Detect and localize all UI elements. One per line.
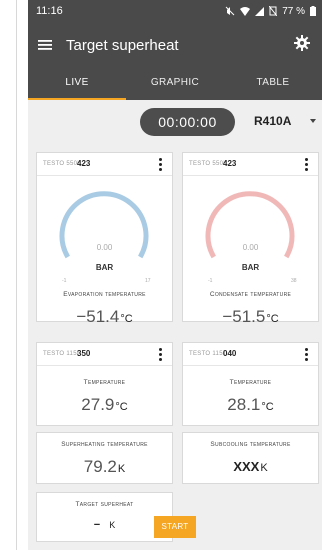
measurement-label: Temperature: [83, 379, 126, 386]
hamburger-icon[interactable]: [38, 39, 52, 51]
gauge-value: 0.00: [242, 243, 259, 252]
measurement-unit: °C: [261, 401, 274, 413]
more-options-icon[interactable]: [305, 158, 308, 173]
gauge-min: -1: [208, 278, 213, 284]
probe-brand: TESTO 550i: [189, 161, 225, 167]
refrigerant-select[interactable]: R410A: [254, 114, 291, 128]
timer-display: 00:00:00: [140, 108, 235, 136]
gauge-value: 0.00: [96, 243, 113, 252]
battery-icon: [310, 6, 316, 16]
subcooling-card[interactable]: Subcooling temperature XXXK: [182, 432, 319, 484]
probe-id: 423: [223, 159, 237, 168]
phone-screen: 11:16 77 % Target superheat LIVE GRAPHIC: [28, 0, 322, 550]
tab-graphic[interactable]: GRAPHIC: [126, 68, 224, 100]
page-title: Target superheat: [66, 36, 179, 54]
tab-bar: LIVE GRAPHIC TABLE: [28, 68, 322, 100]
evaporation-card[interactable]: TESTO 550i 423 0.00 BAR -1 17 Evaporatio…: [36, 152, 173, 326]
probe-id: 040: [223, 349, 237, 358]
tab-table[interactable]: TABLE: [224, 68, 322, 100]
probe-brand: TESTO 550i: [43, 161, 79, 167]
measurement-value: 79.2: [83, 457, 117, 476]
measurement-label: Superheating temperature: [61, 441, 148, 448]
measurement-unit: K: [109, 520, 116, 530]
measurement-toolbar: 00:00:00 R410A: [28, 100, 322, 146]
gauge-unit: BAR: [241, 263, 260, 272]
probe-id: 350: [77, 349, 91, 358]
measurement-value: −: [93, 519, 101, 531]
app-bar: Target superheat: [28, 22, 322, 68]
no-sim-icon: [269, 6, 278, 16]
gauge-unit: BAR: [95, 263, 114, 272]
measurement-unit: °C: [120, 313, 133, 325]
pressure-gauge: [205, 191, 295, 259]
measurement-label: Subcooling temperature: [210, 441, 291, 448]
probe-brand: TESTO 115i: [189, 351, 225, 357]
measurement-label: Target superheat: [75, 501, 134, 508]
more-options-icon[interactable]: [305, 348, 308, 363]
pressure-gauge: [59, 191, 149, 259]
measurement-unit: °C: [115, 401, 128, 413]
probe-id: 423: [77, 159, 91, 168]
chevron-down-icon[interactable]: [310, 119, 316, 123]
measurement-value: −51.4: [76, 307, 120, 326]
condensate-card[interactable]: TESTO 550i 423 0.00 BAR -1 38 Condensate…: [182, 152, 319, 326]
more-options-icon[interactable]: [159, 348, 162, 363]
measurement-value: −51.5: [222, 307, 266, 326]
measurement-grid: TESTO 550i 423 0.00 BAR -1 17 Evaporatio…: [36, 152, 319, 550]
measurement-unit: °C: [266, 313, 279, 325]
more-options-icon[interactable]: [159, 158, 162, 173]
status-bar: 11:16 77 %: [28, 0, 322, 22]
gauge-min: -1: [62, 278, 67, 284]
status-time: 11:16: [36, 5, 63, 17]
temperature-card-1[interactable]: TESTO 115i 350 Temperature 27.9°C: [36, 342, 173, 426]
superheating-card[interactable]: Superheating temperature 79.2K: [36, 432, 173, 484]
gear-icon[interactable]: [294, 35, 310, 51]
measurement-unit: K: [260, 462, 268, 474]
target-superheat-card[interactable]: Target superheat − K: [36, 492, 173, 542]
gauge-max: 17: [145, 278, 151, 284]
mute-icon: [225, 6, 235, 16]
page-divider-line: [16, 0, 17, 550]
measurement-unit: K: [117, 463, 126, 475]
tab-live[interactable]: LIVE: [28, 68, 126, 100]
measurement-value: 27.9: [81, 395, 115, 414]
start-button[interactable]: START: [154, 516, 196, 538]
measurement-label: Condensate temperature: [209, 291, 292, 298]
temperature-card-2[interactable]: TESTO 115i 040 Temperature 28.1°C: [182, 342, 319, 426]
measurement-label: Evaporation temperature: [63, 291, 146, 298]
wifi-icon: [240, 6, 251, 16]
measurement-label: Temperature: [229, 379, 272, 386]
probe-brand: TESTO 115i: [43, 351, 79, 357]
measurement-value: 28.1: [227, 395, 261, 414]
measurement-value: XXX: [233, 459, 260, 474]
signal-icon: [255, 6, 265, 16]
gauge-max: 38: [291, 278, 297, 284]
battery-percent: 77 %: [282, 5, 305, 17]
